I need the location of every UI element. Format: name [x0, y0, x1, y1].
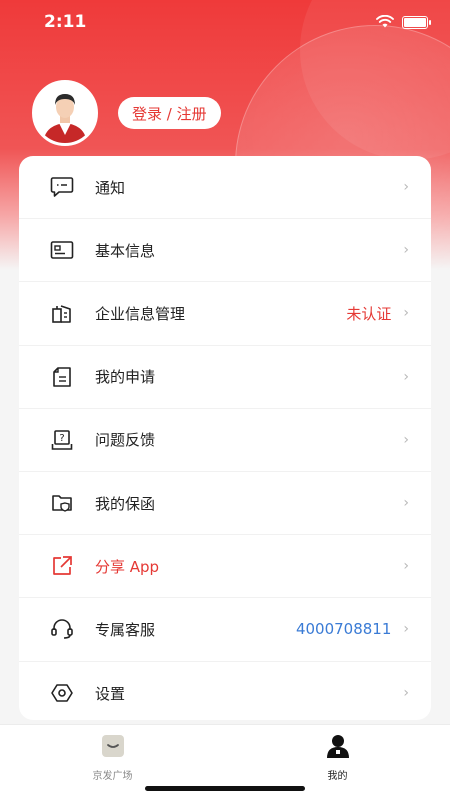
tab-label: 京发广场 [92, 771, 133, 782]
menu-item-my-guarantees[interactable]: 我的保函 › [19, 472, 431, 536]
avatar[interactable] [32, 80, 98, 146]
verification-status: 未认证 [346, 304, 392, 323]
menu-item-customer-service[interactable]: 专属客服 4000708811 › [19, 598, 431, 662]
menu-item-label: 分享 App [95, 557, 160, 576]
menu-item-label: 我的申请 [95, 368, 156, 387]
headset-icon [49, 616, 75, 642]
status-icons [376, 13, 431, 32]
login-register-button[interactable]: 登录 / 注册 [118, 97, 221, 129]
chevron-right-icon: › [403, 685, 409, 702]
menu-item-my-applications[interactable]: 我的申请 › [19, 346, 431, 409]
menu-item-label: 专属客服 [95, 620, 156, 639]
menu-card: 通知 › 基本信息 › 企业信息管理 未认证 › 我的申请 › ? 问题反馈 › [19, 156, 431, 720]
home-indicator [145, 786, 305, 791]
plaza-icon [100, 733, 126, 763]
profile-section: 登录 / 注册 [32, 80, 221, 146]
chevron-right-icon: › [403, 242, 409, 259]
service-phone-number[interactable]: 4000708811 [296, 620, 391, 638]
menu-item-feedback[interactable]: ? 问题反馈 › [19, 409, 431, 472]
menu-item-label: 问题反馈 [95, 431, 156, 450]
status-bar: 2:11 [0, 0, 450, 44]
settings-icon [49, 680, 75, 706]
chevron-right-icon: › [403, 431, 409, 448]
user-icon [325, 733, 351, 763]
chevron-right-icon: › [403, 179, 409, 196]
menu-item-basic-info[interactable]: 基本信息 › [19, 219, 431, 283]
chevron-right-icon: › [403, 495, 409, 512]
menu-item-enterprise-info[interactable]: 企业信息管理 未认证 › [19, 282, 431, 346]
menu-item-label: 我的保函 [95, 494, 156, 513]
menu-item-settings[interactable]: 设置 › [19, 662, 431, 721]
tab-label: 我的 [327, 771, 348, 782]
status-time: 2:11 [44, 12, 87, 32]
menu-item-label: 企业信息管理 [95, 304, 186, 323]
folder-shield-icon [49, 490, 75, 516]
id-card-icon [49, 237, 75, 263]
share-icon [49, 553, 75, 579]
wifi-icon [376, 13, 394, 32]
battery-icon [402, 15, 431, 29]
menu-item-label: 基本信息 [95, 241, 156, 260]
chevron-right-icon: › [403, 558, 409, 575]
svg-text:?: ? [59, 433, 64, 444]
menu-item-share-app[interactable]: 分享 App › [19, 535, 431, 599]
document-icon [49, 364, 75, 390]
chevron-right-icon: › [403, 305, 409, 322]
menu-item-label: 通知 [95, 178, 126, 197]
chevron-right-icon: › [403, 368, 409, 385]
menu-item-label: 设置 [95, 684, 126, 703]
menu-item-notification[interactable]: 通知 › [19, 156, 431, 220]
building-icon [49, 300, 75, 326]
chevron-right-icon: › [403, 621, 409, 638]
feedback-icon: ? [49, 427, 75, 453]
message-icon [49, 174, 75, 200]
